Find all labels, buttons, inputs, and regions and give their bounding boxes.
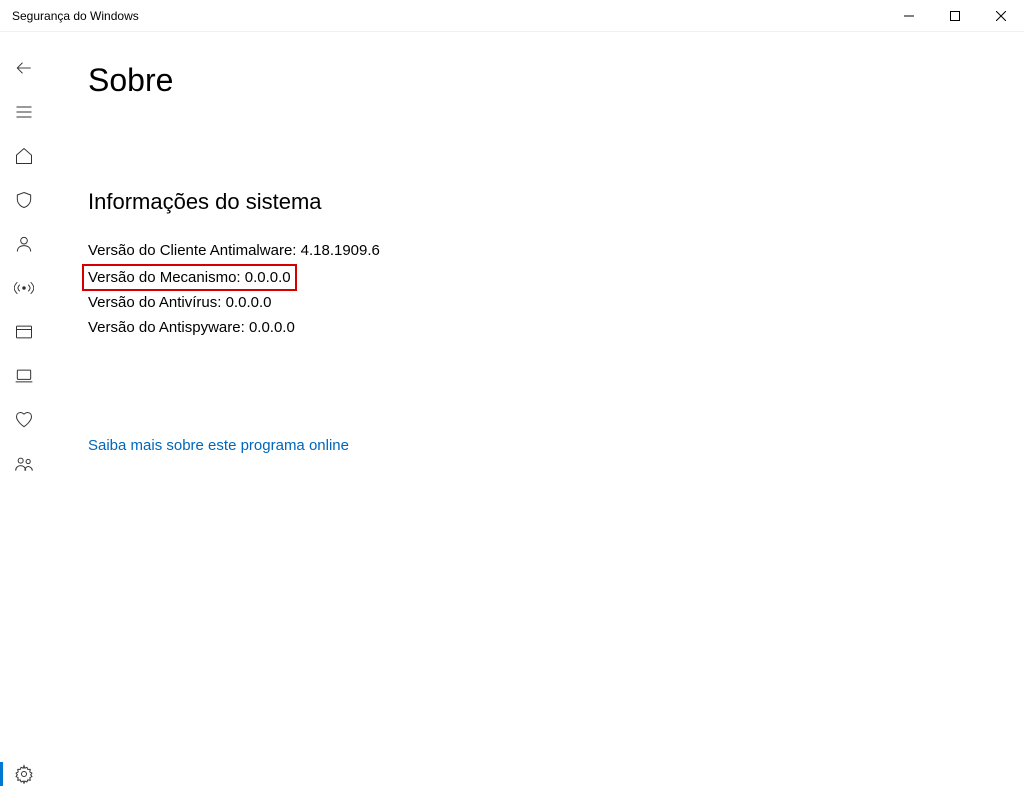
antimalware-value: 4.18.1909.6 — [301, 242, 380, 259]
titlebar-controls — [886, 0, 1024, 31]
user-icon — [14, 234, 34, 254]
laptop-icon — [14, 366, 34, 386]
section-title: Informações do sistema — [88, 189, 984, 215]
browser-icon — [14, 322, 34, 342]
antivirus-value: 0.0.0.0 — [226, 294, 272, 311]
minimize-button[interactable] — [886, 0, 932, 32]
learn-more-link[interactable]: Saiba mais sobre este programa online — [88, 437, 349, 454]
maximize-button[interactable] — [932, 0, 978, 32]
sidebar-item-protection[interactable] — [0, 178, 48, 222]
minimize-icon — [904, 11, 914, 21]
shield-icon — [14, 190, 34, 210]
home-icon — [14, 146, 34, 166]
antispyware-label: Versão do Antispyware: — [88, 319, 245, 336]
info-text: Versão do Antispyware: 0.0.0.0 — [88, 316, 295, 339]
close-icon — [996, 11, 1006, 21]
info-row-engine: Versão do Mecanismo: 0.0.0.0 — [88, 264, 984, 291]
broadcast-icon — [14, 278, 34, 298]
sidebar-item-firewall[interactable] — [0, 266, 48, 310]
titlebar: Segurança do Windows — [0, 0, 1024, 32]
info-row-antivirus: Versão do Antivírus: 0.0.0.0 — [88, 291, 984, 316]
sidebar-item-settings[interactable] — [0, 752, 48, 796]
sidebar-item-device-security[interactable] — [0, 354, 48, 398]
sidebar-item-family[interactable] — [0, 442, 48, 486]
close-button[interactable] — [978, 0, 1024, 32]
system-info-block: Versão do Cliente Antimalware: 4.18.1909… — [88, 239, 984, 341]
sidebar — [0, 32, 48, 796]
antispyware-value: 0.0.0.0 — [249, 319, 295, 336]
back-arrow-icon — [15, 59, 33, 77]
sidebar-item-account[interactable] — [0, 222, 48, 266]
back-button[interactable] — [0, 46, 48, 90]
app-body: Sobre Informações do sistema Versão do C… — [0, 32, 1024, 796]
heart-icon — [14, 410, 34, 430]
sidebar-item-app-browser[interactable] — [0, 310, 48, 354]
gear-icon — [14, 764, 34, 784]
family-icon — [14, 454, 34, 474]
info-row-antispyware: Versão do Antispyware: 0.0.0.0 — [88, 316, 984, 341]
info-row-antimalware: Versão do Cliente Antimalware: 4.18.1909… — [88, 239, 984, 264]
info-text-highlighted: Versão do Mecanismo: 0.0.0.0 — [82, 264, 297, 291]
engine-label: Versão do Mecanismo: — [88, 269, 241, 286]
hamburger-icon — [14, 102, 34, 122]
content-area: Sobre Informações do sistema Versão do C… — [48, 32, 1024, 796]
engine-value: 0.0.0.0 — [245, 269, 291, 286]
sidebar-item-home[interactable] — [0, 134, 48, 178]
maximize-icon — [950, 11, 960, 21]
page-title: Sobre — [88, 62, 984, 99]
antimalware-label: Versão do Cliente Antimalware: — [88, 242, 296, 259]
info-text: Versão do Antivírus: 0.0.0.0 — [88, 291, 271, 314]
info-text: Versão do Cliente Antimalware: 4.18.1909… — [88, 239, 380, 262]
window-title: Segurança do Windows — [12, 9, 139, 23]
menu-button[interactable] — [0, 90, 48, 134]
antivirus-label: Versão do Antivírus: — [88, 294, 221, 311]
sidebar-item-health[interactable] — [0, 398, 48, 442]
